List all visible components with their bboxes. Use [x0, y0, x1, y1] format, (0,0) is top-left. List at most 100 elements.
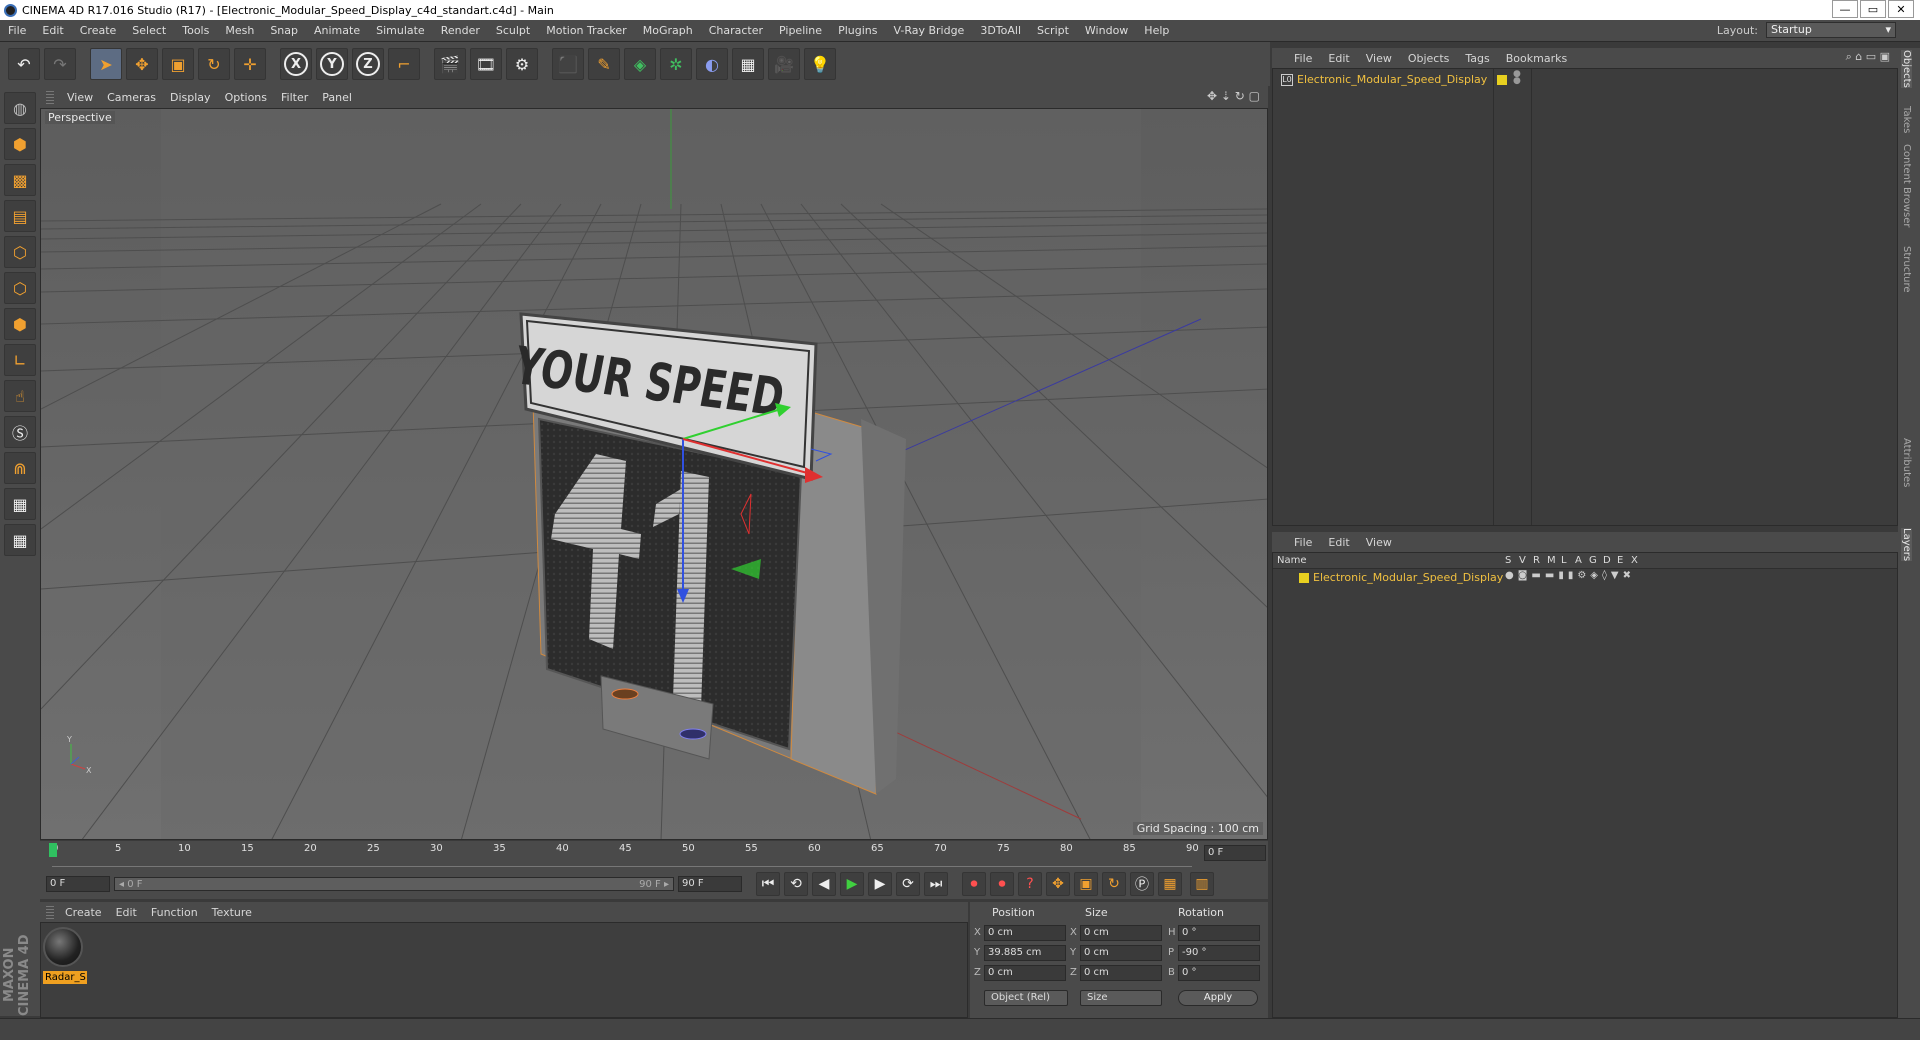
size-y-field[interactable]: 0 cm — [1080, 945, 1162, 961]
close-button[interactable]: ✕ — [1888, 0, 1914, 18]
size-mode-dropdown[interactable]: Size — [1080, 990, 1162, 1006]
cloner-mograph-icon[interactable]: ✲ — [660, 48, 692, 80]
make-editable-icon[interactable]: ◍ — [4, 92, 36, 124]
menu-window[interactable]: Window — [1077, 24, 1136, 37]
visibility-dots-icon[interactable]: ● ● — [1513, 70, 1521, 86]
viewport-menu-options[interactable]: Options — [218, 91, 274, 104]
tweak-mode-icon[interactable]: ☝ — [4, 380, 36, 412]
position-y-field[interactable]: 39.885 cm — [984, 945, 1066, 961]
model-mode-icon[interactable]: ⬢ — [4, 128, 36, 160]
snap-magnet-icon[interactable]: ⋒ — [4, 452, 36, 484]
goto-next-key-icon[interactable]: ⟳ — [896, 872, 920, 896]
deformer-icon[interactable]: ◐ — [696, 48, 728, 80]
polygons-mode-icon[interactable]: ⬢ — [4, 308, 36, 340]
menu-plugins[interactable]: Plugins — [830, 24, 885, 37]
key-parameter-icon[interactable]: Ⓟ — [1130, 872, 1154, 896]
undo-icon[interactable]: ↶ — [8, 48, 40, 80]
autokeying-icon[interactable]: ⏺ — [990, 872, 1014, 896]
material-name-label[interactable]: Radar_S — [43, 971, 87, 984]
menu-animate[interactable]: Animate — [306, 24, 368, 37]
camera-icon[interactable]: 🎥 — [768, 48, 800, 80]
layer-menu-view[interactable]: View — [1358, 536, 1400, 549]
layer-name[interactable]: Electronic_Modular_Speed_Display — [1313, 571, 1503, 584]
next-frame-icon[interactable]: ▶ — [868, 872, 892, 896]
menu-snap[interactable]: Snap — [262, 24, 306, 37]
menu-pipeline[interactable]: Pipeline — [771, 24, 830, 37]
menu-3dtoall[interactable]: 3DToAll — [972, 24, 1029, 37]
viewport-menu-cameras[interactable]: Cameras — [100, 91, 163, 104]
viewport-menu-display[interactable]: Display — [163, 91, 218, 104]
viewport-menu-filter[interactable]: Filter — [274, 91, 315, 104]
goto-end-icon[interactable]: ⏭ — [924, 872, 948, 896]
texture-mode-icon[interactable]: ▩ — [4, 164, 36, 196]
start-frame-field[interactable]: 0 F — [46, 876, 110, 892]
goto-start-icon[interactable]: ⏮ — [756, 872, 780, 896]
object-menu-edit[interactable]: Edit — [1320, 52, 1357, 65]
end-frame-field[interactable]: 90 F — [678, 876, 742, 892]
material-menu-function[interactable]: Function — [144, 906, 205, 919]
object-menu-view[interactable]: View — [1358, 52, 1400, 65]
timeline-window-icon[interactable]: ▥ — [1190, 872, 1214, 896]
layer-menu-file[interactable]: File — [1286, 536, 1320, 549]
viewport-nav-icons[interactable]: ✥ ⇣ ↻ ▢ — [1207, 89, 1260, 103]
menu-edit[interactable]: Edit — [34, 24, 71, 37]
tab-attributes[interactable]: Attributes — [1901, 438, 1912, 487]
frame-range-slider[interactable]: ◂ 0 F 90 F ▸ — [114, 877, 674, 891]
keyframe-selection-icon[interactable]: ? — [1018, 872, 1042, 896]
material-swatch[interactable] — [43, 927, 83, 967]
object-row[interactable]: L0 Electronic_Modular_Speed_Display — [1273, 73, 1487, 86]
key-scale-icon[interactable]: ▣ — [1074, 872, 1098, 896]
rotation-p-field[interactable]: -90 ° — [1178, 945, 1260, 961]
cube-primitive-icon[interactable]: ⬛ — [552, 48, 584, 80]
y-axis-lock-icon[interactable]: Y — [316, 48, 348, 80]
menu-mograph[interactable]: MoGraph — [635, 24, 701, 37]
layer-color-swatch[interactable] — [1497, 75, 1507, 85]
floor-scene-icon[interactable]: ▦ — [732, 48, 764, 80]
playhead-marker[interactable] — [49, 843, 57, 857]
tab-content-browser[interactable]: Content Browser — [1901, 144, 1912, 227]
position-x-field[interactable]: 0 cm — [984, 925, 1066, 941]
menu-create[interactable]: Create — [72, 24, 125, 37]
solo-mode-icon[interactable]: Ⓢ — [4, 416, 36, 448]
tab-structure[interactable]: Structure — [1901, 246, 1912, 293]
menu-file[interactable]: File — [0, 24, 34, 37]
menu-help[interactable]: Help — [1136, 24, 1177, 37]
rotation-b-field[interactable]: 0 ° — [1178, 965, 1260, 981]
apply-button[interactable]: Apply — [1178, 990, 1258, 1006]
object-menu-bookmarks[interactable]: Bookmarks — [1498, 52, 1575, 65]
render-settings-icon[interactable]: ⚙ — [506, 48, 538, 80]
x-axis-lock-icon[interactable]: X — [280, 48, 312, 80]
record-active-objects-icon[interactable]: ⏺ — [962, 872, 986, 896]
rotation-h-field[interactable]: 0 ° — [1178, 925, 1260, 941]
menu-select[interactable]: Select — [124, 24, 174, 37]
menu-script[interactable]: Script — [1029, 24, 1077, 37]
layer-row[interactable]: Electronic_Modular_Speed_Display ●◙▬▬▮▮⚙… — [1273, 570, 1897, 585]
maximize-button[interactable]: ▭ — [1860, 0, 1886, 18]
tab-layers[interactable]: Layers — [1901, 528, 1912, 562]
menu-mesh[interactable]: Mesh — [217, 24, 262, 37]
viewport-menu-panel[interactable]: Panel — [315, 91, 359, 104]
object-menu-tags[interactable]: Tags — [1457, 52, 1497, 65]
workplane-lock-icon[interactable]: ▦ — [4, 488, 36, 520]
menu-render[interactable]: Render — [433, 24, 488, 37]
key-rotation-icon[interactable]: ↻ — [1102, 872, 1126, 896]
key-pla-icon[interactable]: ▦ — [1158, 872, 1182, 896]
size-z-field[interactable]: 0 cm — [1080, 965, 1162, 981]
goto-previous-key-icon[interactable]: ⟲ — [784, 872, 808, 896]
coordinate-system-icon[interactable]: ⌐ — [388, 48, 420, 80]
viewport-menu-view[interactable]: View — [60, 91, 100, 104]
layout-dropdown[interactable]: Startup — [1766, 22, 1896, 38]
layer-color-swatch[interactable] — [1299, 573, 1309, 583]
menu-tools[interactable]: Tools — [174, 24, 217, 37]
menu-motion-tracker[interactable]: Motion Tracker — [538, 24, 634, 37]
select-arrow-icon[interactable]: ➤ — [90, 48, 122, 80]
position-z-field[interactable]: 0 cm — [984, 965, 1066, 981]
coordinate-mode-dropdown[interactable]: Object (Rel) — [984, 990, 1068, 1006]
recent-tool-icon[interactable]: ✛ — [234, 48, 266, 80]
timeline-ruler[interactable]: 0 5 10 15 20 25 30 35 40 45 50 55 60 65 … — [40, 841, 1268, 869]
redo-icon[interactable]: ↷ — [44, 48, 76, 80]
rotate-tool-icon[interactable]: ↻ — [198, 48, 230, 80]
material-menu-texture[interactable]: Texture — [205, 906, 259, 919]
edges-mode-icon[interactable]: ⬡ — [4, 272, 36, 304]
play-forward-icon[interactable]: ▶ — [840, 872, 864, 896]
